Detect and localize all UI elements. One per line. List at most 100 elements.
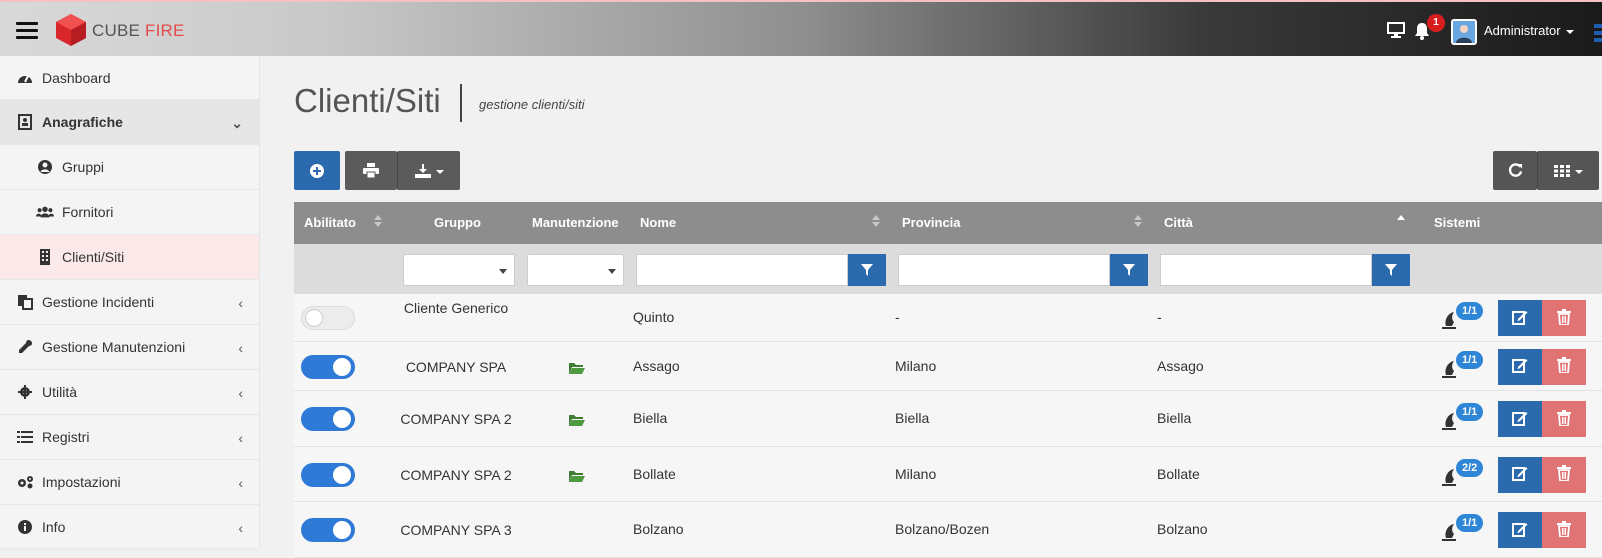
trash-icon — [1557, 465, 1571, 484]
sort-icon[interactable] — [374, 215, 382, 229]
table-row: COMPANY SPA Assago Milano Assago 1/1 — [294, 342, 1602, 391]
column-header-citta[interactable]: Città — [1164, 215, 1193, 230]
enabled-toggle[interactable] — [301, 354, 355, 379]
sidebar-item-impostazioni[interactable]: Impostazioni ‹ — [0, 460, 259, 505]
sidebar-item-registri[interactable]: Registri ‹ — [0, 415, 259, 460]
enabled-toggle[interactable] — [301, 407, 355, 431]
user-menu-caret-icon[interactable] — [1566, 30, 1574, 34]
nome-filter-button[interactable] — [848, 254, 886, 286]
folder-open-icon[interactable] — [569, 361, 585, 374]
menu-toggle-icon[interactable] — [16, 22, 38, 39]
sidebar-item-utilita[interactable]: Utilità ‹ — [0, 370, 259, 415]
provincia-cell: Biella — [895, 410, 930, 426]
edit-icon — [1512, 465, 1528, 484]
columns-toggle-button[interactable] — [1537, 151, 1599, 190]
chevron-left-icon: ‹ — [238, 385, 243, 401]
sidebar-item-gruppi[interactable]: Gruppi — [0, 145, 259, 190]
export-button[interactable] — [397, 151, 460, 190]
edit-button[interactable] — [1498, 300, 1542, 336]
enabled-toggle[interactable] — [301, 306, 355, 330]
title-divider — [460, 84, 462, 122]
manutenzione-filter-select[interactable] — [527, 254, 624, 286]
sidebar-item-label: Anagrafiche — [42, 114, 123, 130]
folder-open-icon[interactable] — [569, 413, 585, 426]
sistemi-cell[interactable]: 1/1 — [1440, 350, 1490, 381]
citta-cell: Bollate — [1157, 465, 1200, 482]
sort-ascending-icon[interactable] — [1397, 215, 1405, 229]
print-button[interactable] — [345, 151, 397, 190]
brand-name[interactable]: CUBE FIRE — [92, 21, 185, 41]
gruppo-cell: Cliente Generico — [403, 300, 509, 316]
folder-open-icon[interactable] — [569, 469, 585, 482]
edit-button[interactable] — [1498, 401, 1542, 437]
add-client-button[interactable] — [294, 151, 340, 190]
table-row: Cliente Generico Quinto - - 1/1 — [294, 294, 1602, 342]
delete-button[interactable] — [1542, 300, 1586, 336]
refresh-button[interactable] — [1493, 151, 1537, 190]
sidebar-item-fornitori[interactable]: Fornitori — [0, 190, 259, 235]
delete-button[interactable] — [1542, 456, 1586, 493]
sistemi-cell[interactable]: 1/1 — [1440, 302, 1490, 332]
monitor-icon[interactable] — [1387, 22, 1405, 38]
sidebar-item-gestione-manutenzioni[interactable]: Gestione Manutenzioni ‹ — [0, 325, 259, 370]
sistemi-count-badge: 1/1 — [1456, 403, 1484, 421]
user-name[interactable]: Administrator — [1484, 23, 1561, 38]
citta-filter-input[interactable] — [1160, 254, 1372, 286]
chevron-down-icon — [499, 269, 507, 274]
sidebar-item-dashboard[interactable]: Dashboard — [0, 56, 259, 100]
citta-cell: Biella — [1157, 410, 1192, 426]
column-header-sistemi: Sistemi — [1434, 215, 1481, 230]
column-header-provincia[interactable]: Provincia — [902, 215, 961, 230]
trash-icon — [1557, 308, 1571, 328]
column-header-manutenzione: Manutenzione — [532, 215, 619, 230]
enabled-toggle[interactable] — [301, 518, 355, 542]
nome-cell: Bolzano — [633, 521, 684, 537]
user-avatar[interactable] — [1451, 19, 1477, 45]
sidebar-item-gestione-incidenti[interactable]: Gestione Incidenti ‹ — [0, 280, 259, 325]
brand-name-part2: FIRE — [144, 21, 185, 40]
caret-down-icon — [1575, 169, 1583, 174]
user-circle-icon — [36, 159, 54, 175]
sistemi-cell[interactable]: 1/1 — [1440, 403, 1490, 433]
column-header-nome[interactable]: Nome — [640, 215, 676, 230]
refresh-icon — [1508, 163, 1522, 177]
cog-icon — [16, 384, 34, 400]
column-header-abilitato[interactable]: Abilitato — [304, 215, 356, 230]
delete-button[interactable] — [1542, 348, 1586, 385]
sistemi-cell[interactable]: 1/1 — [1440, 514, 1490, 544]
enabled-toggle[interactable] — [301, 462, 355, 487]
apps-grid-icon[interactable] — [1594, 24, 1602, 46]
sidebar-item-clienti-siti[interactable]: Clienti/Siti — [0, 235, 259, 280]
delete-button[interactable] — [1542, 401, 1586, 437]
sidebar-item-anagrafiche[interactable]: Anagrafiche ⌄ — [0, 100, 259, 145]
delete-button[interactable] — [1542, 512, 1586, 548]
edit-icon — [1512, 521, 1528, 540]
provincia-cell: Milano — [895, 465, 937, 482]
gruppo-filter-select[interactable] — [403, 254, 515, 286]
sistemi-cell[interactable]: 2/2 — [1440, 458, 1490, 489]
sistemi-count-badge: 1/1 — [1456, 302, 1484, 320]
nome-filter-input[interactable] — [636, 254, 848, 286]
sidebar: Dashboard Anagrafiche ⌄ Gruppi Fornitori… — [0, 56, 260, 550]
citta-cell: - — [1157, 309, 1162, 325]
edit-button[interactable] — [1498, 348, 1542, 385]
filter-icon — [861, 264, 873, 276]
chevron-left-icon: ‹ — [238, 295, 243, 311]
gruppo-cell: COMPANY SPA 2 — [400, 466, 512, 483]
edit-button[interactable] — [1498, 456, 1542, 493]
sidebar-item-label: Info — [42, 519, 66, 535]
page-title: Clienti/Siti — [294, 82, 441, 119]
citta-cell: Assago — [1157, 357, 1204, 374]
provincia-filter-input[interactable] — [898, 254, 1110, 286]
sidebar-item-info[interactable]: Info ‹ — [0, 505, 259, 550]
provincia-filter-button[interactable] — [1110, 254, 1148, 286]
building-icon — [36, 249, 54, 265]
gruppo-cell: COMPANY SPA 2 — [400, 411, 512, 427]
citta-filter-button[interactable] — [1372, 254, 1410, 286]
info-circle-icon — [16, 519, 34, 535]
sort-icon[interactable] — [872, 215, 880, 229]
trash-icon — [1557, 357, 1571, 376]
sort-icon[interactable] — [1134, 215, 1142, 229]
brand-name-part1: CUBE — [92, 21, 141, 40]
edit-button[interactable] — [1498, 512, 1542, 548]
